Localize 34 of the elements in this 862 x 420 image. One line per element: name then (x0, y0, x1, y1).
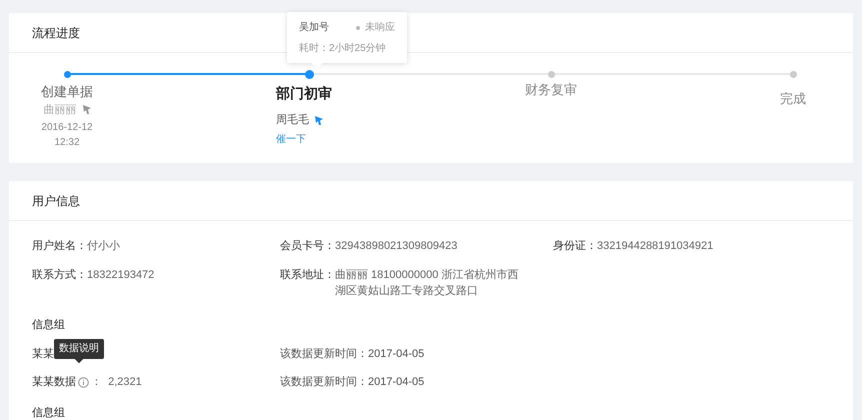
pointer-icon (82, 105, 90, 114)
popover-name: 吴加号 (299, 20, 329, 35)
data-value: ： 2,2321 (91, 374, 142, 390)
group-title: 信息组 (32, 318, 66, 332)
step-time: 12:32 (54, 136, 80, 150)
step-title: 财务复审 (525, 81, 577, 99)
urge-link[interactable]: 催一下 (276, 132, 306, 146)
field-label: 用户姓名： (32, 238, 87, 254)
field-label: 联系方式： (32, 268, 87, 282)
update-time: 该数据更新时间：2017-04-05 (280, 374, 424, 390)
step-title: 完成 (780, 90, 806, 108)
field-label: 会员卡号： (280, 239, 335, 254)
step-title: 部门初审 (276, 84, 332, 103)
step-title: 创建单据 (41, 83, 93, 101)
popover-status: 未响应 (365, 20, 395, 35)
step-date: 2016-12-12 (41, 121, 93, 135)
card-title: 用户信息 (32, 192, 80, 210)
group-title: 信息组 (32, 406, 66, 420)
card-title: 流程进度 (32, 24, 80, 42)
popover-duration: 耗时：2小时25分钟 (299, 42, 387, 56)
data-label: 某某 (32, 346, 54, 362)
tooltip-text: 数据说明 (59, 342, 99, 356)
field-value: 3321944288191034921 (597, 239, 714, 254)
step-person: 周毛毛 (276, 112, 309, 128)
field-value: 32943898021309809423 (335, 239, 458, 254)
step-person: 曲丽丽 (44, 102, 76, 118)
update-time: 该数据更新时间：2017-04-05 (280, 346, 424, 362)
field-value: 曲丽丽 18100000000 浙江省杭州市西湖区黄姑山路工专路交叉路口 (335, 268, 520, 298)
field-label: 联系地址： (280, 268, 335, 282)
pointer-icon (315, 116, 323, 125)
field-label: 身份证： (553, 239, 597, 254)
field-value: 付小小 (87, 239, 120, 254)
field-value: 18322193472 (87, 268, 154, 282)
data-label: 某某数据 (32, 374, 76, 390)
